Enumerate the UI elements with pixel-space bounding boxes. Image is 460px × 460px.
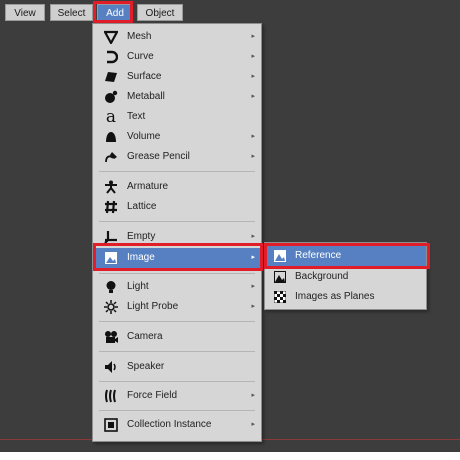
curve-icon <box>103 49 119 65</box>
menu-item-image[interactable]: Image ▸ <box>93 248 261 268</box>
menu-item-label: Force Field <box>127 390 178 401</box>
menu-item-label: Collection Instance <box>127 419 212 430</box>
menu-separator <box>99 273 255 274</box>
submenu-item-images-as-planes[interactable]: Images as Planes <box>265 287 426 307</box>
light-icon <box>103 279 119 295</box>
force-field-icon <box>103 388 119 404</box>
submenu-arrow-icon: ▸ <box>251 153 255 160</box>
menu-item-lattice[interactable]: Lattice <box>93 197 261 217</box>
menu-item-label: Light <box>127 281 149 292</box>
add-menu[interactable]: Add <box>97 4 133 21</box>
menu-item-collection-instance[interactable]: Collection Instance ▸ <box>93 415 261 435</box>
view-menu[interactable]: View <box>5 4 45 21</box>
menu-separator <box>99 321 255 322</box>
empty-icon <box>103 229 119 245</box>
menu-item-light-probe[interactable]: Light Probe ▸ <box>93 297 261 317</box>
menu-item-volume[interactable]: Volume ▸ <box>93 127 261 147</box>
menu-item-metaball[interactable]: Metaball ▸ <box>93 87 261 107</box>
menu-item-label: Light Probe <box>127 301 179 312</box>
menu-item-camera[interactable]: Camera <box>93 327 261 347</box>
menu-separator <box>99 351 255 352</box>
submenu-arrow-icon: ▸ <box>251 392 255 399</box>
menu-item-empty[interactable]: Empty ▸ <box>93 227 261 247</box>
lattice-icon <box>103 199 119 215</box>
menu-item-label: Image <box>127 252 155 263</box>
light-probe-icon <box>103 299 119 315</box>
submenu-arrow-icon: ▸ <box>251 53 255 60</box>
menu-item-force-field[interactable]: Force Field ▸ <box>93 386 261 406</box>
menu-item-label: Mesh <box>127 31 152 42</box>
reference-icon <box>273 249 287 263</box>
menu-item-label: Camera <box>127 331 163 342</box>
menu-item-label: Volume <box>127 131 161 142</box>
menu-separator <box>99 171 255 172</box>
menu-separator <box>99 410 255 411</box>
menu-item-mesh[interactable]: Mesh ▸ <box>93 27 261 47</box>
background-icon <box>273 270 287 284</box>
submenu-item-reference[interactable]: Reference <box>265 246 426 266</box>
submenu-item-label: Images as Planes <box>295 291 375 302</box>
submenu-arrow-icon: ▸ <box>251 93 255 100</box>
grease-pencil-icon <box>103 149 119 165</box>
menu-item-grease-pencil[interactable]: Grease Pencil ▸ <box>93 147 261 167</box>
menu-item-surface[interactable]: Surface ▸ <box>93 67 261 87</box>
object-menu[interactable]: Object <box>137 4 183 21</box>
image-submenu: Reference Background Images as Planes <box>264 242 427 310</box>
add-dropdown-menu: Mesh ▸ Curve ▸ Surface ▸ Metaball ▸ a Te… <box>92 23 262 442</box>
submenu-item-label: Background <box>295 271 349 282</box>
volume-icon <box>103 129 119 145</box>
menu-separator <box>99 221 255 222</box>
submenu-arrow-icon: ▸ <box>251 133 255 140</box>
menu-item-armature[interactable]: Armature <box>93 177 261 197</box>
menu-item-light[interactable]: Light ▸ <box>93 277 261 297</box>
submenu-arrow-icon: ▸ <box>251 254 255 261</box>
mesh-icon <box>103 29 119 45</box>
menu-item-label: Grease Pencil <box>127 151 190 162</box>
surface-icon <box>103 69 119 85</box>
submenu-arrow-icon: ▸ <box>251 33 255 40</box>
menu-item-speaker[interactable]: Speaker <box>93 357 261 377</box>
menu-separator <box>99 381 255 382</box>
submenu-item-background[interactable]: Background <box>265 267 426 287</box>
menu-item-label: Metaball <box>127 91 165 102</box>
submenu-arrow-icon: ▸ <box>251 303 255 310</box>
menu-item-label: Empty <box>127 231 156 242</box>
menu-item-label: Surface <box>127 71 162 82</box>
images-as-planes-icon <box>273 290 287 304</box>
submenu-arrow-icon: ▸ <box>251 233 255 240</box>
text-icon: a <box>105 107 117 127</box>
menu-item-label: Armature <box>127 181 169 192</box>
submenu-item-label: Reference <box>295 250 342 261</box>
select-menu[interactable]: Select <box>50 4 93 21</box>
menu-item-curve[interactable]: Curve ▸ <box>93 47 261 67</box>
submenu-arrow-icon: ▸ <box>251 283 255 290</box>
metaball-icon <box>103 89 119 105</box>
submenu-arrow-icon: ▸ <box>251 421 255 428</box>
submenu-arrow-icon: ▸ <box>251 73 255 80</box>
image-icon <box>103 250 119 266</box>
menu-item-label: Speaker <box>127 361 165 372</box>
speaker-icon <box>103 359 119 375</box>
collection-instance-icon <box>103 417 119 433</box>
menu-item-label: Lattice <box>127 201 157 212</box>
menu-item-label: Text <box>127 111 146 122</box>
camera-icon <box>103 329 119 345</box>
menu-item-text[interactable]: a Text <box>93 107 261 127</box>
menu-item-label: Curve <box>127 51 154 62</box>
armature-icon <box>103 179 119 195</box>
